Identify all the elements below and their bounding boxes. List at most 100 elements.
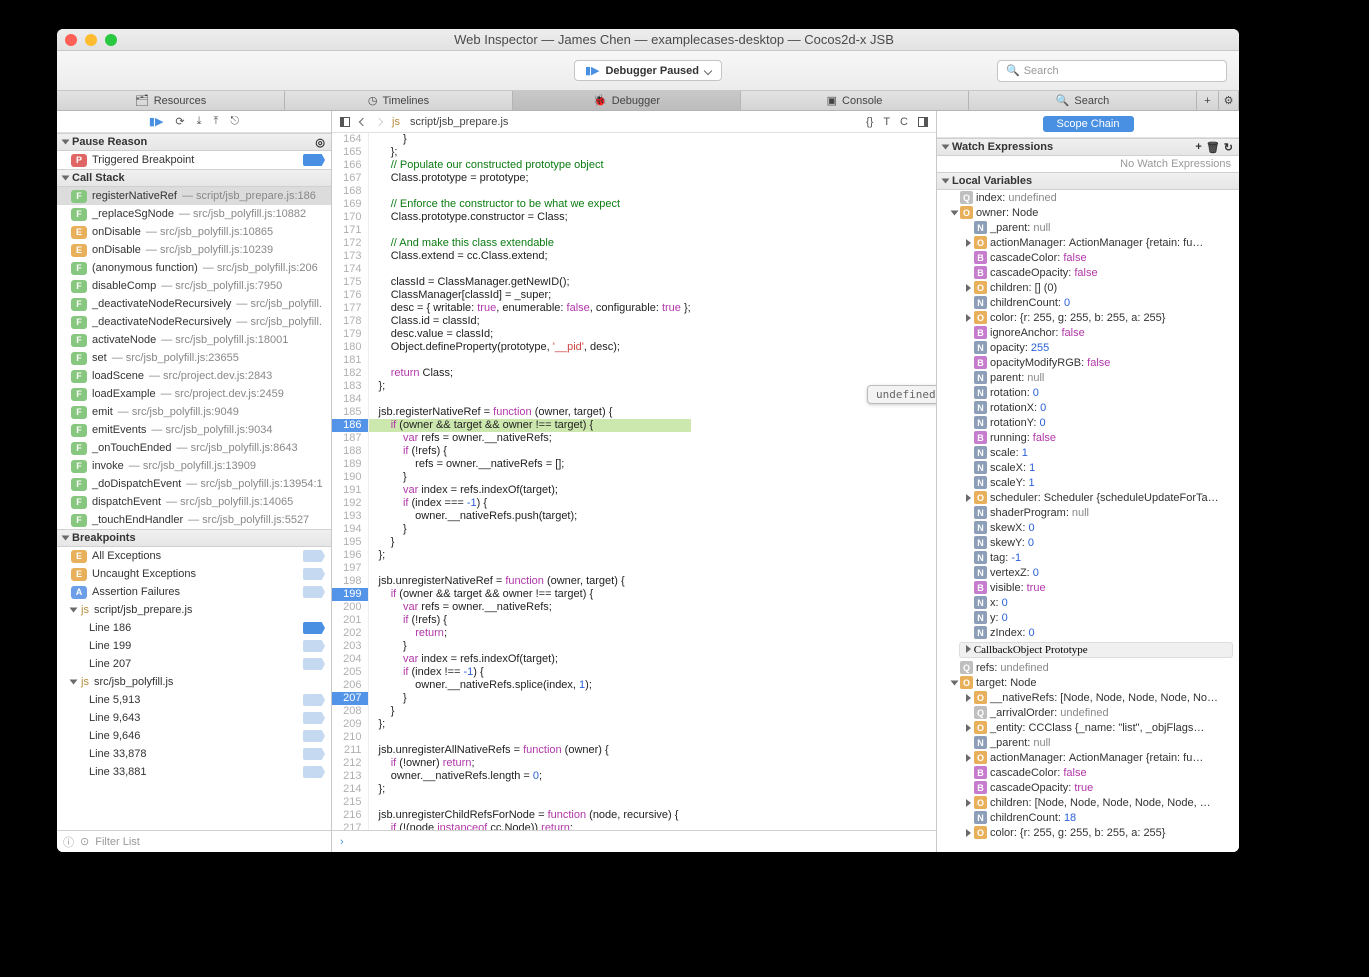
line-number[interactable]: 193 (332, 510, 368, 523)
code-line[interactable]: // Enforce the constructor to be what we… (368, 198, 691, 211)
line-number[interactable]: 177 (332, 302, 368, 315)
bp-file-header[interactable]: jssrc/jsb_polyfill.js (57, 673, 331, 691)
line-number[interactable]: 208 (332, 705, 368, 718)
line-number[interactable]: 209 (332, 718, 368, 731)
line-number[interactable]: 212 (332, 757, 368, 770)
code-line[interactable]: Class.prototype.constructor = Class; (368, 211, 691, 224)
code-line[interactable]: jsb.registerNativeRef = function (owner,… (368, 406, 691, 419)
variable-row[interactable]: NrotationX: 0 (937, 400, 1239, 415)
call-stack-frame[interactable]: FemitEvents — src/jsb_polyfill.js:9034 (57, 421, 331, 439)
variable-row[interactable]: Bvisible: true (937, 580, 1239, 595)
variable-row[interactable]: NscaleX: 1 (937, 460, 1239, 475)
bp-toggle-icon[interactable] (303, 550, 325, 562)
variable-row[interactable]: Nscale: 1 (937, 445, 1239, 460)
code-line[interactable]: var index = refs.indexOf(target); (368, 484, 691, 497)
code-line[interactable]: jsb.unregisterNativeRef = function (owne… (368, 575, 691, 588)
nav-back-icon[interactable] (359, 117, 367, 125)
line-number[interactable]: 199 (332, 588, 368, 601)
code-line[interactable]: var index = refs.indexOf(target); (368, 653, 691, 666)
minimize-icon[interactable] (85, 34, 97, 46)
code-line[interactable]: refs = owner.__nativeRefs = []; (368, 458, 691, 471)
line-number[interactable]: 174 (332, 263, 368, 276)
tab-timelines[interactable]: ◷Timelines (285, 91, 513, 110)
bp-toggle-icon[interactable] (303, 622, 325, 634)
variable-row[interactable]: NshaderProgram: null (937, 505, 1239, 520)
variable-row[interactable]: NchildrenCount: 18 (937, 810, 1239, 825)
watch-header[interactable]: Watch Expressions+🗑↻ (937, 138, 1239, 156)
variable-row[interactable]: Q_arrivalOrder: undefined (937, 705, 1239, 720)
variable-row[interactable]: Nx: 0 (937, 595, 1239, 610)
code-line[interactable]: if (index !== -1) { (368, 666, 691, 679)
variable-row[interactable]: Otarget: Node (937, 675, 1239, 690)
bp-toggle-icon[interactable] (303, 694, 325, 706)
variable-row[interactable]: Brunning: false (937, 430, 1239, 445)
tab-console[interactable]: ▣Console (741, 91, 969, 110)
variable-row[interactable]: NzIndex: 0 (937, 625, 1239, 640)
variable-row[interactable]: BcascadeOpacity: true (937, 780, 1239, 795)
line-number[interactable]: 191 (332, 484, 368, 497)
code-line[interactable]: owner.__nativeRefs.push(target); (368, 510, 691, 523)
line-number[interactable]: 217 (332, 822, 368, 830)
call-stack-frame[interactable]: F_deactivateNodeRecursively — src/jsb_po… (57, 295, 331, 313)
line-number[interactable]: 200 (332, 601, 368, 614)
code-line[interactable]: } (368, 692, 691, 705)
line-number[interactable]: 207 (332, 692, 368, 705)
disclose-icon[interactable] (966, 829, 971, 837)
breakpoints-header[interactable]: Breakpoints (57, 529, 331, 547)
locals-header[interactable]: Local Variables (937, 172, 1239, 190)
code-line[interactable] (368, 731, 691, 744)
line-number[interactable]: 194 (332, 523, 368, 536)
call-stack-frame[interactable]: FloadScene — src/project.dev.js:2843 (57, 367, 331, 385)
code-line[interactable] (368, 562, 691, 575)
line-number[interactable]: 179 (332, 328, 368, 341)
line-number[interactable]: 210 (332, 731, 368, 744)
code-line[interactable]: Class.id = classId; (368, 315, 691, 328)
call-stack-frame[interactable]: F_deactivateNodeRecursively — src/jsb_po… (57, 313, 331, 331)
line-number[interactable]: 206 (332, 679, 368, 692)
variable-row[interactable]: Ntag: -1 (937, 550, 1239, 565)
bp-line-item[interactable]: Line 199 (57, 637, 331, 655)
code-line[interactable]: if (owner && target && owner !== target)… (368, 419, 691, 432)
variable-row[interactable]: NscaleY: 1 (937, 475, 1239, 490)
code-line[interactable]: }; (368, 783, 691, 796)
call-stack-frame[interactable]: EonDisable — src/jsb_polyfill.js:10239 (57, 241, 331, 259)
line-number[interactable]: 213 (332, 770, 368, 783)
line-number[interactable]: 170 (332, 211, 368, 224)
call-stack-frame[interactable]: F_replaceSgNode — src/jsb_polyfill.js:10… (57, 205, 331, 223)
coverage-icon[interactable]: C (900, 116, 908, 128)
line-number[interactable]: 176 (332, 289, 368, 302)
disclose-icon[interactable] (966, 799, 971, 807)
bp-line-item[interactable]: Line 33,878 (57, 745, 331, 763)
line-number[interactable]: 203 (332, 640, 368, 653)
search-input[interactable]: 🔍 Search (997, 60, 1227, 82)
bp-toggle-icon[interactable] (303, 658, 325, 670)
variable-row[interactable]: NvertexZ: 0 (937, 565, 1239, 580)
disclose-icon[interactable] (951, 680, 959, 685)
step-in-icon[interactable]: ⤓ (197, 115, 202, 128)
variable-row[interactable]: Ocolor: {r: 255, g: 255, b: 255, a: 255} (937, 825, 1239, 840)
code-line[interactable]: } (368, 536, 691, 549)
variable-row[interactable]: Ochildren: [Node, Node, Node, Node, Node… (937, 795, 1239, 810)
refresh-icon[interactable]: ↻ (1224, 141, 1233, 154)
code-line[interactable]: jsb.unregisterChildRefsForNode = functio… (368, 809, 691, 822)
breakpoint-item[interactable]: EUncaught Exceptions (57, 565, 331, 583)
variable-row[interactable]: N_parent: null (937, 735, 1239, 750)
line-number[interactable]: 183 (332, 380, 368, 393)
call-stack-frame[interactable]: Fset — src/jsb_polyfill.js:23655 (57, 349, 331, 367)
variable-row[interactable]: N_parent: null (937, 220, 1239, 235)
variable-row[interactable]: BopacityModifyRGB: false (937, 355, 1239, 370)
variable-row[interactable]: Ochildren: [] (0) (937, 280, 1239, 295)
variable-row[interactable]: BignoreAnchor: false (937, 325, 1239, 340)
code-line[interactable]: } (368, 133, 691, 146)
bp-file-header[interactable]: jsscript/jsb_prepare.js (57, 601, 331, 619)
variable-row[interactable]: BcascadeColor: false (937, 250, 1239, 265)
line-number[interactable]: 166 (332, 159, 368, 172)
bp-line-item[interactable]: Line 207 (57, 655, 331, 673)
line-number[interactable]: 167 (332, 172, 368, 185)
call-stack-frame[interactable]: EonDisable — src/jsb_polyfill.js:10865 (57, 223, 331, 241)
bp-toggle-icon[interactable] (303, 712, 325, 724)
code-line[interactable]: if (!refs) { (368, 445, 691, 458)
code-line[interactable] (368, 224, 691, 237)
code-line[interactable]: desc.value = classId; (368, 328, 691, 341)
code-line[interactable]: if (!owner) return; (368, 757, 691, 770)
